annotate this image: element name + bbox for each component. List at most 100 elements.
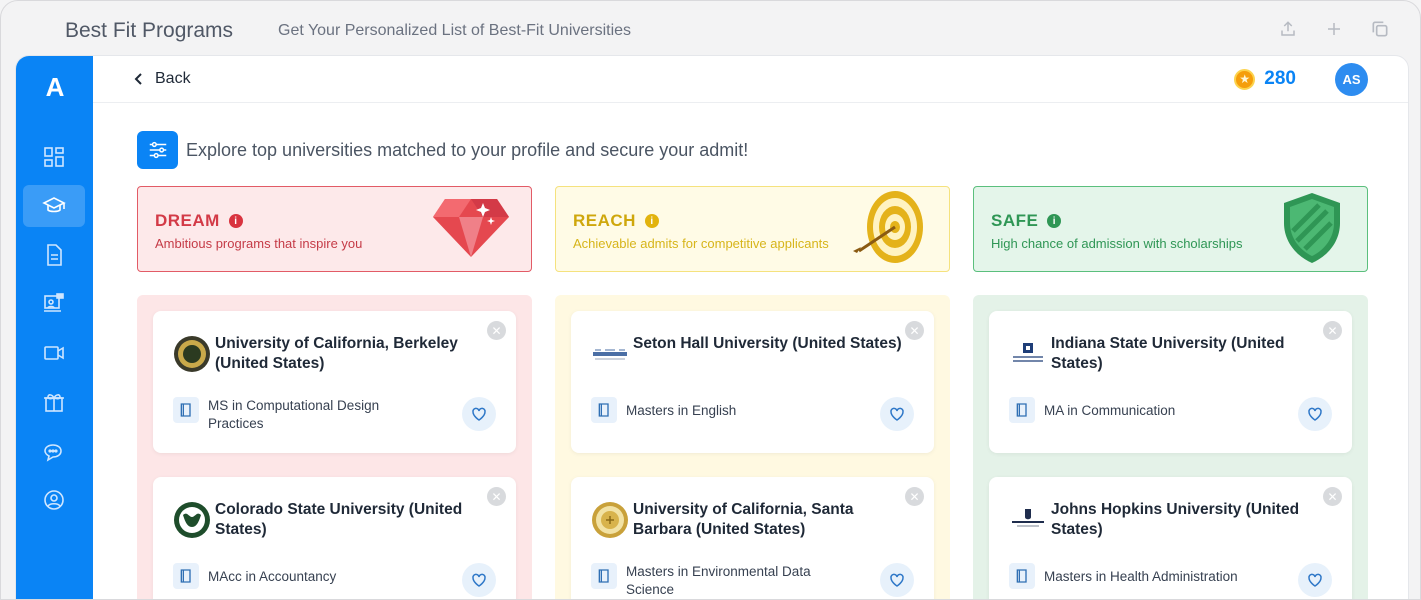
sidebar-item-video[interactable] — [23, 332, 85, 374]
shield-icon — [1284, 193, 1340, 263]
close-icon[interactable]: ✕ — [1323, 321, 1342, 340]
program-name: MS in Computational Design Practices — [208, 398, 380, 431]
category-title-text: REACH — [573, 211, 636, 230]
info-icon[interactable]: i — [1047, 214, 1062, 228]
university-seal-icon — [173, 501, 211, 539]
category-safe: SAFE i High chance of admission with sch… — [973, 186, 1368, 272]
program-name: Masters in Environmental Data Science — [626, 564, 811, 597]
user-icon — [44, 490, 64, 510]
app-frame: A Back ★ 280 AS Explore top universities… — [15, 55, 1409, 599]
book-icon — [1009, 397, 1035, 423]
category-desc: Achievable admits for competitive applic… — [573, 236, 829, 251]
heart-icon[interactable] — [880, 563, 914, 597]
intro-banner: Explore top universities matched to your… — [137, 131, 748, 169]
chat-icon — [44, 444, 62, 462]
book-icon — [591, 563, 617, 589]
sidebar-item-classroom[interactable] — [23, 283, 85, 325]
avatar[interactable]: AS — [1335, 63, 1368, 96]
university-name: Colorado State University (United States… — [215, 501, 463, 538]
sidebar-item-rewards[interactable] — [23, 381, 85, 423]
book-icon — [591, 397, 617, 423]
sidebar: A — [16, 56, 93, 599]
safe-column: ✕ Indiana State University (United State… — [973, 295, 1368, 599]
close-icon[interactable]: ✕ — [487, 321, 506, 340]
app-subtitle: Get Your Personalized List of Best-Fit U… — [278, 22, 632, 39]
book-icon — [173, 397, 199, 423]
heart-icon[interactable] — [880, 397, 914, 431]
university-name: Indiana State University (United States) — [1051, 335, 1285, 372]
close-icon[interactable]: ✕ — [905, 321, 924, 340]
category-dream: DREAM i Ambitious programs that inspire … — [137, 186, 532, 272]
university-logo-icon — [591, 335, 629, 373]
back-button[interactable]: Back — [133, 70, 191, 88]
info-icon[interactable]: i — [228, 214, 243, 228]
heart-icon[interactable] — [462, 397, 496, 431]
category-title-text: SAFE — [991, 211, 1039, 230]
back-label: Back — [155, 70, 191, 87]
presentation-icon — [44, 293, 64, 312]
category-title: SAFE i — [991, 211, 1062, 231]
grid-icon — [44, 147, 64, 167]
university-name: University of California, Santa Barbara … — [633, 501, 854, 538]
coin-icon: ★ — [1234, 68, 1256, 90]
sidebar-item-profile[interactable] — [23, 479, 85, 521]
sidebar-item-programs[interactable] — [23, 185, 85, 227]
coin-balance[interactable]: ★ 280 — [1234, 68, 1296, 90]
sidebar-item-dashboard[interactable] — [23, 136, 85, 178]
program-name: MAcc in Accountancy — [208, 569, 337, 584]
info-icon[interactable]: i — [644, 214, 659, 228]
intro-text: Explore top universities matched to your… — [186, 139, 749, 160]
program-card[interactable]: ✕ University of California, Santa Barbar… — [571, 477, 934, 599]
title-bar: Best Fit Programs Get Your Personalized … — [1, 1, 1420, 55]
category-title: REACH i — [573, 211, 659, 231]
reach-column: ✕ Seton Hall University (United States) … — [555, 295, 950, 599]
university-seal-icon — [173, 335, 211, 373]
category-title-text: DREAM — [155, 211, 220, 230]
target-icon — [853, 191, 923, 263]
video-icon — [44, 346, 64, 360]
program-name: Masters in Health Administration — [1044, 569, 1238, 584]
close-icon[interactable]: ✕ — [487, 487, 506, 506]
app-window: Best Fit Programs Get Your Personalized … — [0, 0, 1421, 600]
gift-icon — [44, 394, 64, 412]
dream-column: ✕ University of California, Berkeley (Un… — [137, 295, 532, 599]
category-title: DREAM i — [155, 211, 243, 231]
university-name: Johns Hopkins University (United States) — [1051, 501, 1300, 538]
heart-icon[interactable] — [1298, 563, 1332, 597]
category-reach: REACH i Achievable admits for competitiv… — [555, 186, 950, 272]
university-logo-icon — [1009, 335, 1047, 373]
program-card[interactable]: ✕ Colorado State University (United Stat… — [153, 477, 516, 599]
ruby-gem-icon — [433, 199, 509, 257]
university-name: University of California, Berkeley (Unit… — [215, 335, 458, 372]
sidebar-item-chat[interactable] — [23, 430, 85, 472]
chevron-left-icon — [134, 73, 142, 85]
university-logo-icon — [1009, 501, 1047, 539]
document-icon — [47, 244, 62, 266]
top-header: Back ★ 280 AS — [93, 56, 1408, 103]
coin-count: 280 — [1264, 68, 1296, 89]
category-desc: Ambitious programs that inspire you — [155, 236, 363, 251]
category-desc: High chance of admission with scholarshi… — [991, 236, 1243, 251]
book-icon — [1009, 563, 1035, 589]
program-name: MA in Communication — [1044, 403, 1176, 418]
app-logo[interactable]: A — [40, 72, 70, 102]
university-name: Seton Hall University (United States) — [633, 335, 902, 352]
program-name: Masters in English — [626, 403, 737, 418]
program-card[interactable]: ✕ University of California, Berkeley (Un… — [153, 311, 516, 453]
book-icon — [173, 563, 199, 589]
program-card[interactable]: ✕ Johns Hopkins University (United State… — [989, 477, 1352, 599]
program-card[interactable]: ✕ Seton Hall University (United States) … — [571, 311, 934, 453]
duplicate-icon[interactable] — [1369, 18, 1391, 40]
close-icon[interactable]: ✕ — [905, 487, 924, 506]
app-title: Best Fit Programs — [65, 19, 234, 42]
sidebar-item-documents[interactable] — [23, 234, 85, 276]
filter-sliders-icon[interactable] — [137, 131, 178, 169]
plus-icon[interactable] — [1323, 18, 1345, 40]
heart-icon[interactable] — [462, 563, 496, 597]
university-seal-icon — [591, 501, 629, 539]
graduation-cap-icon — [42, 197, 66, 213]
heart-icon[interactable] — [1298, 397, 1332, 431]
close-icon[interactable]: ✕ — [1323, 487, 1342, 506]
share-icon[interactable] — [1277, 18, 1299, 40]
program-card[interactable]: ✕ Indiana State University (United State… — [989, 311, 1352, 453]
